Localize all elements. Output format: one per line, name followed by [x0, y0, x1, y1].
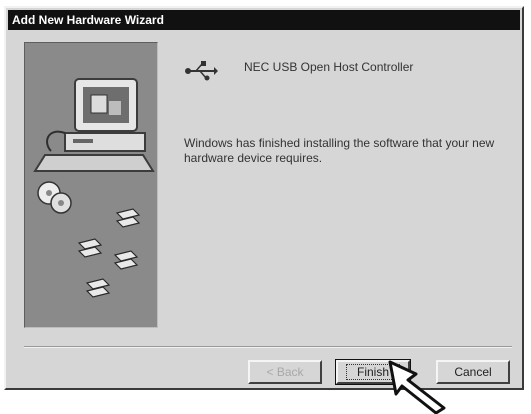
device-name: NEC USB Open Host Controller [244, 60, 414, 74]
back-button[interactable]: < Back [248, 360, 322, 384]
wizard-dialog: Add New Hardware Wizard NEC USB Open Hos… [4, 6, 524, 390]
button-separator [24, 346, 512, 348]
computer-illustration-icon [33, 78, 155, 298]
window-title: Add New Hardware Wizard [12, 13, 164, 27]
side-panel-illustration [24, 42, 158, 328]
back-button-label: < Back [266, 365, 304, 379]
completion-message: Windows has finished installing the soft… [184, 136, 495, 165]
title-bar[interactable]: Add New Hardware Wizard [8, 10, 520, 30]
hand-pointer-icon [388, 360, 446, 414]
usb-icon [184, 60, 218, 82]
